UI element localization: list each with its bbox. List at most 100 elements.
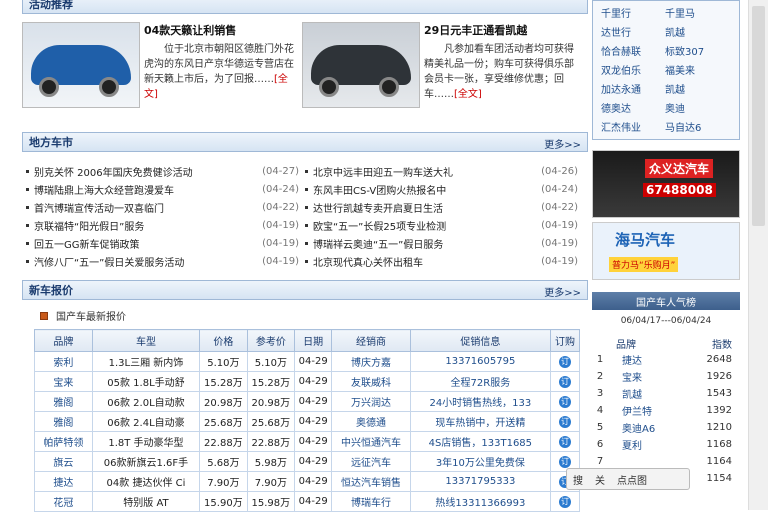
brand-link[interactable]: 汇杰伟业	[601, 119, 665, 136]
promo-section-title: 活动推荐	[29, 0, 73, 11]
promo-body: 位于北京市朝阳区德胜门外花虎沟的东风日产京华德运专营店在新天籁上市后，为了回报……	[144, 44, 294, 85]
list-item[interactable]: 北京现代真心关怀出租车 (04-19)	[305, 252, 584, 270]
brand-list-box: 千里行 千里马 达世行 凯越 恰合赫联 标致307 双龙伯乐 福美来 加达永通 …	[592, 0, 740, 140]
brand-link[interactable]: 千里行	[601, 5, 665, 22]
list-item[interactable]: 北京中远丰田迎五一购车送大礼 (04-26)	[305, 162, 584, 180]
ranking-row[interactable]: 5 奥迪A6 1210	[592, 419, 740, 436]
full-text-link[interactable]: [全文]	[454, 89, 482, 100]
table-row: 旗云 06款新旗云1.6F手 5.68万 5.98万 04-29 远征汽车 3年…	[34, 451, 580, 472]
promo-headline[interactable]: 04款天籁让利销售	[144, 22, 294, 38]
ad-subtitle: 普力马“乐购月”	[609, 257, 679, 272]
float-dot[interactable]: 点点图	[611, 472, 653, 487]
table-row: 索利 1.3L三厢 新内饰 5.10万 5.10万 04-29 博庆方嘉 133…	[34, 351, 580, 372]
brand-link[interactable]: 恰合赫联	[601, 43, 665, 60]
list-item[interactable]: 别克关怀 2006年国庆免费健诊活动 (04-27)	[26, 162, 305, 180]
ranking-title: 国产车人气榜	[636, 297, 696, 309]
promo-item-2: 29日元丰正通看凯越 凡参加看车团活动者均可获得精美礼品一份；购车可获得俱乐部会…	[302, 22, 582, 120]
order-icon[interactable]: 订	[559, 495, 572, 508]
vertical-scrollbar[interactable]	[748, 0, 768, 510]
ad-title: 众义达汽车	[645, 159, 714, 178]
sidebar: 千里行 千里马 达世行 凯越 恰合赫联 标致307 双龙伯乐 福美来 加达永通 …	[592, 0, 740, 510]
newcar-sub-header: 国产车最新报价	[40, 308, 588, 323]
list-item[interactable]: 博瑞陆鼎上海大众经营跑漫爱车 (04-24)	[26, 180, 305, 198]
local-section-header: 地方车市 更多>>	[22, 132, 588, 152]
ad-title: 海马汽车	[615, 231, 676, 249]
ranking-row[interactable]: 1 捷达 2648	[592, 351, 740, 368]
order-icon[interactable]: 订	[559, 375, 572, 388]
promo-section-header: 活动推荐	[22, 0, 588, 14]
newcar-sub-title: 国产车最新报价	[56, 312, 126, 323]
col-ref-price: 参考价	[246, 329, 296, 352]
list-item[interactable]: 回五一GG新车促销政策 (04-19)	[26, 234, 305, 252]
ranking-date-range: 06/04/17---06/04/24	[620, 316, 712, 326]
order-icon[interactable]: 订	[559, 435, 572, 448]
square-icon	[40, 311, 48, 320]
table-row: 花冠 特别版 AT 15.90万 15.98万 04-29 博瑞车行 热线133…	[34, 491, 580, 512]
ranking-header: 国产车人气榜	[592, 292, 740, 310]
ranking-col-index: 指数	[712, 340, 732, 351]
brand-link[interactable]: 标致307	[665, 43, 729, 60]
list-item[interactable]: 欧宝“五一”长假25项专业检测 (04-19)	[305, 216, 584, 234]
table-row: 帕萨特领 1.8T 手动豪华型 22.88万 22.88万 04-29 中兴恒通…	[34, 431, 580, 452]
table-row: 捷达 04款 捷达伙伴 Ci 7.90万 7.90万 04-29 恒达汽车销售 …	[34, 471, 580, 492]
local-more-link[interactable]: 更多>>	[544, 136, 581, 151]
col-promo: 促销信息	[409, 329, 552, 352]
order-icon[interactable]: 订	[559, 415, 572, 428]
ranking-row[interactable]: 2 宝来 1926	[592, 368, 740, 385]
brand-link[interactable]: 加达永通	[601, 81, 665, 98]
promo-item-1: 04款天籁让利销售 位于北京市朝阳区德胜门外花虎沟的东风日产京华德运专营店在新天…	[22, 22, 302, 120]
order-icon[interactable]: 订	[559, 355, 572, 368]
brand-link[interactable]: 德奥达	[601, 100, 665, 117]
local-section-title: 地方车市	[29, 136, 73, 149]
list-item[interactable]: 汽修八厂“五一”假日关爱服务活动 (04-19)	[26, 252, 305, 270]
col-dealer: 经销商	[331, 329, 411, 352]
floating-toolbar[interactable]: 搜 关 点点图	[566, 468, 690, 490]
dealer-ad-banner[interactable]: 众义达汽车 67488008	[592, 150, 740, 218]
list-item[interactable]: 达世行凯越专卖开启夏日生活 (04-22)	[305, 198, 584, 216]
table-row: 雅阁 06款 2.4L自动豪 25.68万 25.68万 04-29 奥德通 现…	[34, 411, 580, 432]
newcar-section-title: 新车报价	[29, 284, 73, 297]
brand-link[interactable]: 福美来	[665, 62, 729, 79]
float-search[interactable]: 搜	[567, 472, 589, 487]
main-column: 活动推荐 04款天籁让利销售 位于北京市朝阳区德胜门外花虎沟的东风日产京华德运专…	[22, 0, 588, 512]
promo-body: 凡参加看车团活动者均可获得精美礼品一份；购车可获得俱乐部会员卡一张，享受维修优惠…	[424, 44, 574, 100]
promo-headline[interactable]: 29日元丰正通看凯越	[424, 22, 574, 38]
col-order: 订购	[550, 329, 580, 352]
brand-link[interactable]: 达世行	[601, 24, 665, 41]
brand-link[interactable]: 千里马	[665, 5, 729, 22]
brand-link[interactable]: 凯越	[665, 81, 729, 98]
local-news-list: 别克关怀 2006年国庆免费健诊活动 (04-27) 北京中远丰田迎五一购车送大礼…	[22, 158, 588, 270]
ranking-columns: 品牌 指数	[592, 336, 740, 351]
promo-area: 04款天籁让利销售 位于北京市朝阳区德胜门外花虎沟的东风日产京华德运专营店在新天…	[22, 22, 588, 120]
ranking-col-brand: 品牌	[616, 340, 636, 351]
order-icon[interactable]: 订	[559, 455, 572, 468]
ad-phone: 67488008	[643, 183, 716, 197]
col-model: 车型	[91, 329, 201, 352]
list-item[interactable]: 东风丰田CS-V团购火热报名中 (04-24)	[305, 180, 584, 198]
table-row: 宝来 05款 1.8L手动舒 15.28万 15.28万 04-29 友联威科 …	[34, 371, 580, 392]
col-brand: 品牌	[34, 329, 93, 352]
price-table: 品牌 车型 价格 参考价 日期 经销商 促销信息 订购 索利 1.3L三厢 新内…	[34, 329, 580, 512]
ranking-row[interactable]: 4 伊兰特 1392	[592, 402, 740, 419]
brand-link[interactable]: 双龙伯乐	[601, 62, 665, 79]
brand-link[interactable]: 马自达6	[665, 119, 729, 136]
table-header-row: 品牌 车型 价格 参考价 日期 经销商 促销信息 订购	[34, 329, 580, 352]
list-item[interactable]: 京联福特“阳光假日”服务 (04-19)	[26, 216, 305, 234]
order-icon[interactable]: 订	[559, 395, 572, 408]
brand-link[interactable]: 奥迪	[665, 100, 729, 117]
list-item[interactable]: 博瑞祥云奥迪“五一”假日服务 (04-19)	[305, 234, 584, 252]
car-photo[interactable]	[302, 22, 420, 108]
col-price: 价格	[199, 329, 248, 352]
list-item[interactable]: 首汽博瑞宣传活动一双喜临门 (04-22)	[26, 198, 305, 216]
float-close[interactable]: 关	[589, 472, 611, 487]
newcar-section-header: 新车报价 更多>>	[22, 280, 588, 300]
scrollbar-thumb[interactable]	[752, 6, 765, 226]
car-photo[interactable]	[22, 22, 140, 108]
brand-link[interactable]: 凯越	[665, 24, 729, 41]
ranking-row[interactable]: 6 夏利 1168	[592, 436, 740, 453]
col-date: 日期	[294, 329, 333, 352]
newcar-more-link[interactable]: 更多>>	[544, 284, 581, 299]
table-row: 雅阁 06款 2.0L自动款 20.98万 20.98万 04-29 万兴润达 …	[34, 391, 580, 412]
haima-ad-banner[interactable]: 海马汽车 普力马“乐购月”	[592, 222, 740, 280]
ranking-row[interactable]: 3 凯越 1543	[592, 385, 740, 402]
